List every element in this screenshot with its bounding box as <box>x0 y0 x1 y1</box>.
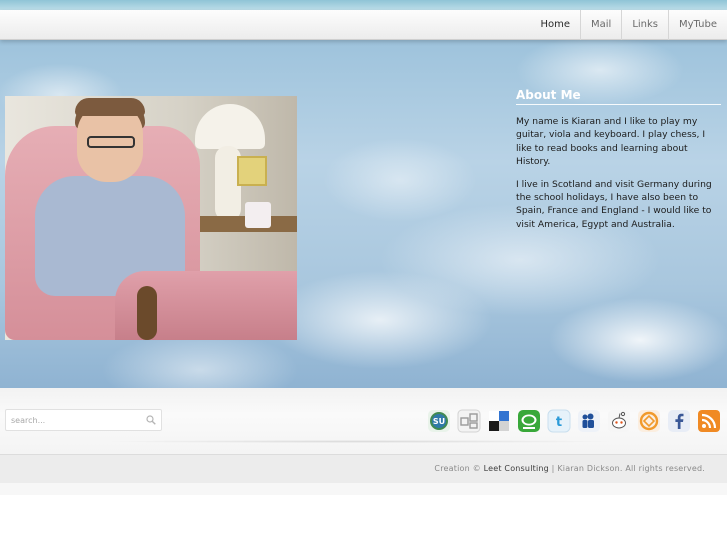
footer: Creation © Leet Consulting | Kiaran Dick… <box>0 454 727 483</box>
sky-hero: About Me My name is Kiaran and I like to… <box>0 40 727 388</box>
main-nav: Home Mail Links MyTube <box>530 10 727 40</box>
technorati-icon[interactable] <box>517 409 541 433</box>
myspace-icon[interactable] <box>577 409 601 433</box>
twitter-icon[interactable]: t <box>547 409 571 433</box>
about-paragraph-1: My name is Kiaran and I like to play my … <box>516 116 706 168</box>
svg-text:t: t <box>556 415 562 430</box>
svg-text:SU: SU <box>433 417 445 426</box>
delicious-icon[interactable] <box>487 409 511 433</box>
search-input[interactable] <box>6 410 141 430</box>
stumbleupon-icon[interactable]: SU <box>427 409 451 433</box>
rss-icon[interactable] <box>697 409 721 433</box>
top-strip <box>0 0 727 10</box>
profile-photo <box>5 96 297 340</box>
mixx-icon[interactable] <box>637 409 661 433</box>
search-box <box>5 409 162 431</box>
credits-rights: Kiaran Dickson. All rights reserved. <box>557 464 705 473</box>
nav-mail[interactable]: Mail <box>580 10 621 40</box>
footer-credits: Creation © Leet Consulting | Kiaran Dick… <box>434 464 705 473</box>
social-bookmarks: SU t <box>427 409 727 433</box>
page: Home Mail Links MyTube About Me My name … <box>0 0 727 545</box>
credits-separator: | <box>551 464 555 473</box>
digg-icon[interactable] <box>457 409 481 433</box>
toolbar-band: SU t <box>0 388 727 454</box>
footer-bottom-strip <box>0 483 727 495</box>
facebook-icon[interactable] <box>667 409 691 433</box>
about-section: About Me My name is Kiaran and I like to… <box>516 88 721 240</box>
nav-bar: Home Mail Links MyTube <box>0 10 727 40</box>
credits-prefix: Creation © <box>434 464 481 473</box>
nav-home[interactable]: Home <box>530 10 580 40</box>
divider <box>100 440 620 443</box>
about-title: About Me <box>516 88 721 105</box>
nav-links[interactable]: Links <box>621 10 668 40</box>
nav-mytube[interactable]: MyTube <box>668 10 727 40</box>
search-icon[interactable] <box>146 415 156 425</box>
about-paragraph-2: I live in Scotland and visit Germany dur… <box>516 178 712 230</box>
reddit-icon[interactable] <box>607 409 631 433</box>
leet-consulting-link[interactable]: Leet Consulting <box>484 464 549 473</box>
